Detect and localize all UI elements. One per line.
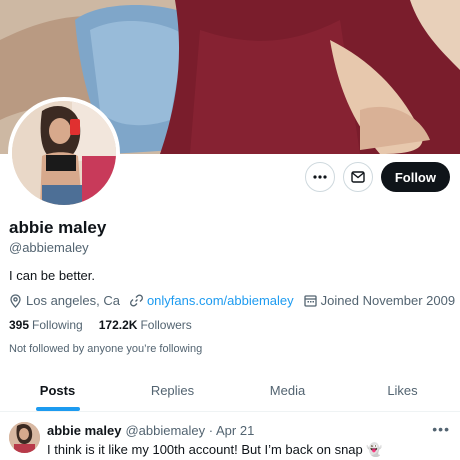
tweet-author-handle[interactable]: @abbiemaley bbox=[125, 423, 205, 438]
joined-item: Joined November 2009 bbox=[304, 293, 455, 308]
tweet-header: abbie maley @abbiemaley · Apr 21 bbox=[47, 423, 254, 438]
tab-posts[interactable]: Posts bbox=[0, 370, 115, 411]
joined-text: Joined November 2009 bbox=[320, 293, 456, 308]
profile-tabs: Posts Replies Media Likes bbox=[0, 370, 460, 412]
message-button[interactable] bbox=[342, 162, 373, 192]
tweet[interactable]: abbie maley @abbiemaley · Apr 21 I think … bbox=[0, 413, 460, 460]
mail-icon bbox=[351, 171, 365, 183]
link-icon bbox=[129, 294, 143, 307]
active-tab-indicator bbox=[35, 407, 80, 411]
followers-label: Followers bbox=[140, 318, 192, 332]
tab-label: Likes bbox=[387, 383, 418, 398]
avatar-image bbox=[12, 101, 116, 205]
following-label: Following bbox=[32, 318, 83, 332]
tweet-date[interactable]: Apr 21 bbox=[216, 423, 254, 438]
tab-likes[interactable]: Likes bbox=[345, 370, 460, 411]
follow-button[interactable]: Follow bbox=[380, 162, 450, 192]
tab-media[interactable]: Media bbox=[230, 370, 345, 411]
profile-stats: 395 Following 172.2K Followers bbox=[9, 318, 192, 332]
website-item: onlyfans.com/abbiemaley bbox=[129, 293, 294, 308]
location-text: Los angeles, Ca bbox=[26, 293, 120, 308]
tab-replies[interactable]: Replies bbox=[115, 370, 230, 411]
profile-actions: Follow bbox=[304, 162, 450, 192]
location-icon bbox=[10, 293, 21, 308]
tweet-more-button[interactable]: ••• bbox=[432, 421, 450, 437]
followers-link[interactable]: 172.2K Followers bbox=[99, 318, 192, 332]
following-link[interactable]: 395 Following bbox=[9, 318, 83, 332]
more-options-button[interactable] bbox=[304, 162, 335, 192]
more-icon bbox=[313, 175, 327, 179]
tweet-avatar-image bbox=[9, 422, 40, 453]
following-count: 395 bbox=[9, 318, 30, 332]
profile-bio: I can be better. bbox=[9, 268, 96, 283]
tweet-author-name[interactable]: abbie maley bbox=[47, 423, 121, 438]
location-item: Los angeles, Ca bbox=[9, 293, 120, 308]
profile-meta: Los angeles, Ca onlyfans.com/abbiemaley … bbox=[9, 293, 455, 308]
profile-handle: @abbiemaley bbox=[9, 240, 89, 255]
calendar-icon bbox=[304, 295, 317, 307]
not-followed-notice: Not followed by anyone you’re following bbox=[9, 343, 203, 355]
tweet-separator: · bbox=[208, 423, 214, 438]
profile-avatar[interactable] bbox=[8, 97, 120, 209]
followers-count: 172.2K bbox=[98, 318, 138, 332]
website-link[interactable]: onlyfans.com/abbiemaley bbox=[147, 293, 294, 308]
tab-label: Posts bbox=[39, 383, 76, 398]
tab-label: Replies bbox=[150, 383, 195, 398]
profile-name: abbie maley bbox=[9, 218, 107, 237]
tweet-avatar[interactable] bbox=[9, 422, 40, 453]
tweet-text: I think is it like my 100th account! But… bbox=[47, 442, 383, 457]
tab-label: Media bbox=[269, 383, 306, 398]
